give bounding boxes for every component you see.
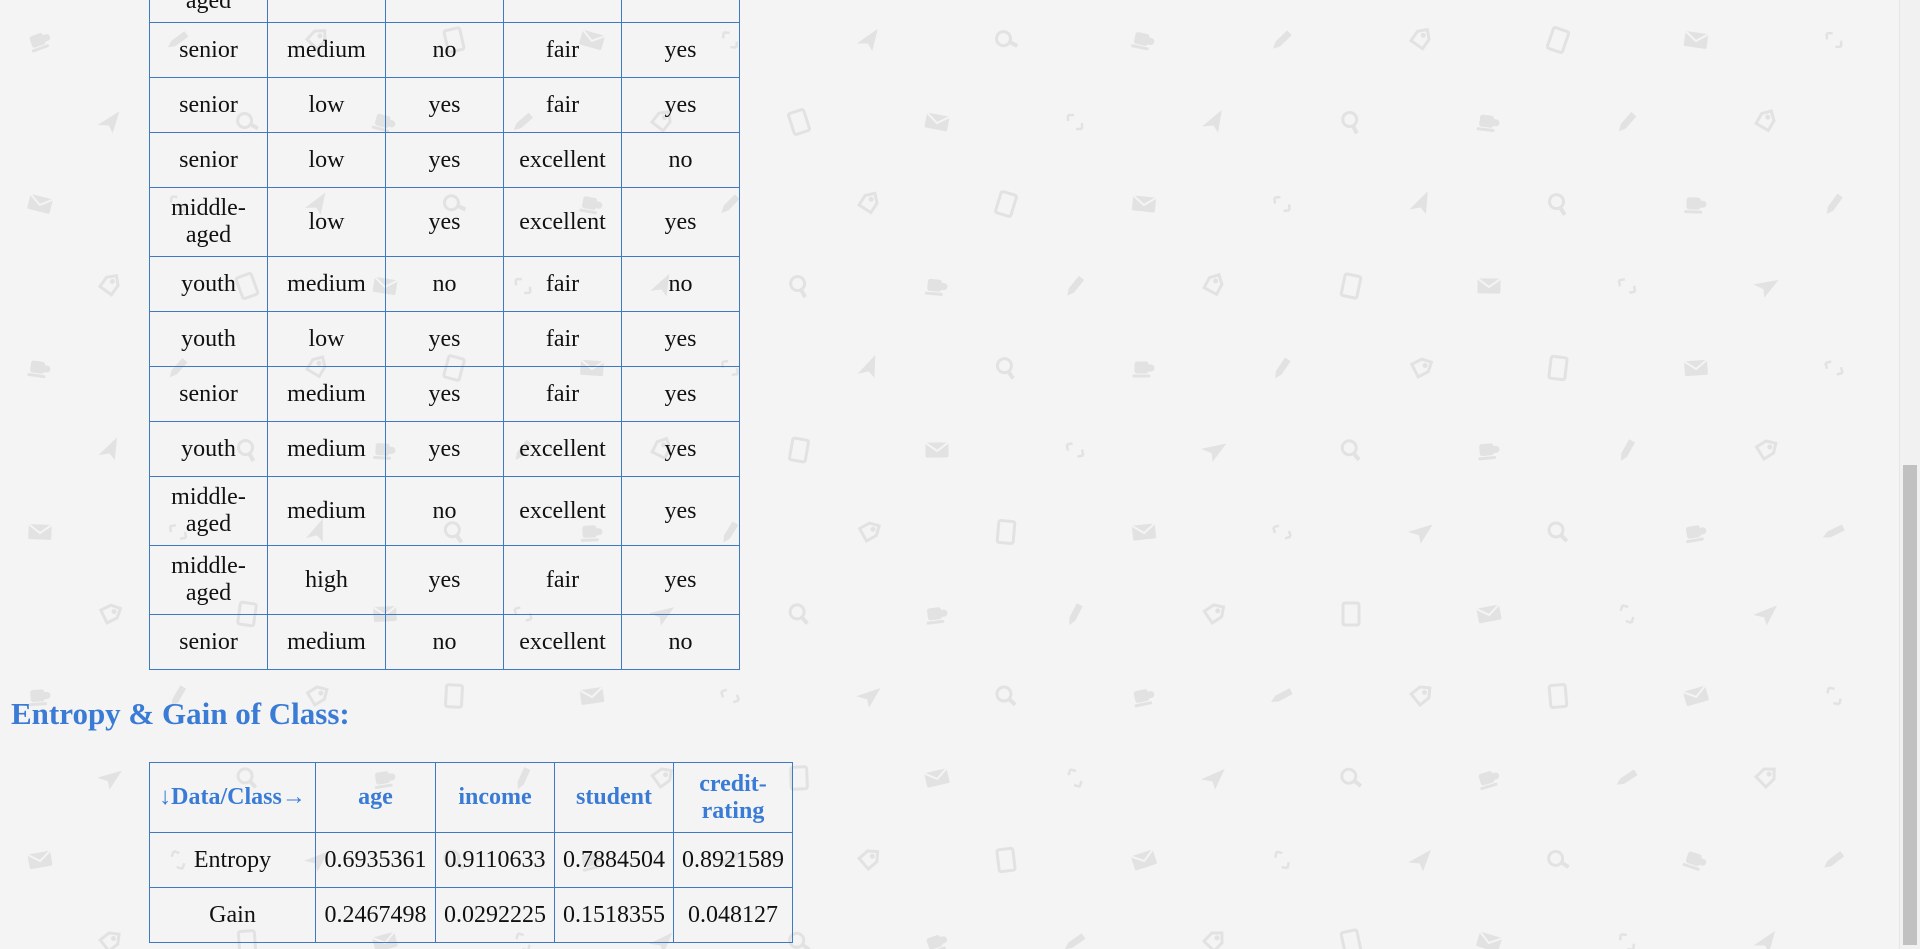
- table-row: youth medium yes excellent yes: [149, 421, 740, 477]
- table-cell: middle-aged: [149, 187, 268, 257]
- table-cell: [267, 0, 386, 23]
- table-cell: excellent: [503, 421, 622, 477]
- table-cell: senior: [149, 614, 268, 670]
- table-cell: middle-aged: [149, 545, 268, 615]
- table-row: Entropy 0.6935361 0.9110633 0.7884504 0.…: [149, 832, 793, 888]
- table-cell: medium: [267, 22, 386, 78]
- table-row: middle-aged medium no excellent yes: [149, 476, 740, 546]
- table-row: senior medium no excellent no: [149, 614, 740, 670]
- table-cell: fair: [503, 366, 622, 422]
- table-row: middle-aged low yes excellent yes: [149, 187, 740, 257]
- table-cell: yes: [621, 311, 740, 367]
- table-row: youth low yes fair yes: [149, 311, 740, 367]
- table-row: middle-aged: [149, 0, 740, 23]
- table-cell: medium: [267, 476, 386, 546]
- table-cell: no: [385, 256, 504, 312]
- table-cell: 0.6935361: [315, 832, 436, 888]
- table-cell: yes: [621, 476, 740, 546]
- table-cell: yes: [385, 77, 504, 133]
- table-cell: yes: [621, 545, 740, 615]
- table-cell: yes: [385, 187, 504, 257]
- table-cell: no: [385, 476, 504, 546]
- table-cell: high: [267, 545, 386, 615]
- table-cell: no: [385, 614, 504, 670]
- table-cell: 0.1518355: [554, 887, 674, 943]
- section-heading: Entropy & Gain of Class:: [11, 696, 350, 731]
- table-cell: low: [267, 132, 386, 188]
- table-cell: yes: [621, 77, 740, 133]
- table-row: senior low yes fair yes: [149, 77, 740, 133]
- table-cell: middle-aged: [149, 0, 268, 23]
- page-content: middle-aged senior medium no fair yes se…: [0, 0, 1900, 949]
- table-cell: 0.048127: [673, 887, 793, 943]
- table-cell: [385, 0, 504, 23]
- table-cell: 0.0292225: [435, 887, 555, 943]
- vertical-scrollbar[interactable]: [1899, 0, 1920, 949]
- table-cell: senior: [149, 132, 268, 188]
- table-cell: 0.8921589: [673, 832, 793, 888]
- table-cell: medium: [267, 366, 386, 422]
- table-cell: yes: [385, 311, 504, 367]
- table-cell: youth: [149, 256, 268, 312]
- table-cell: medium: [267, 421, 386, 477]
- table-cell: no: [621, 256, 740, 312]
- table-cell: excellent: [503, 614, 622, 670]
- column-header: income: [435, 762, 555, 833]
- column-header: ↓Data/Class→: [149, 762, 316, 833]
- table-row: senior medium yes fair yes: [149, 366, 740, 422]
- column-header: student: [554, 762, 674, 833]
- table-cell: 0.7884504: [554, 832, 674, 888]
- table-cell: medium: [267, 614, 386, 670]
- table-cell: excellent: [503, 476, 622, 546]
- table-cell: senior: [149, 366, 268, 422]
- table-cell: youth: [149, 311, 268, 367]
- table-cell: low: [267, 77, 386, 133]
- column-header: credit-rating: [673, 762, 793, 833]
- table-cell: 0.2467498: [315, 887, 436, 943]
- table-cell: excellent: [503, 187, 622, 257]
- table-cell: yes: [385, 545, 504, 615]
- table-cell: no: [621, 614, 740, 670]
- table-cell: 0.9110633: [435, 832, 555, 888]
- table-row: senior low yes excellent no: [149, 132, 740, 188]
- table-cell: yes: [621, 22, 740, 78]
- row-label: Entropy: [149, 832, 316, 888]
- table-cell: yes: [385, 132, 504, 188]
- table-cell: fair: [503, 77, 622, 133]
- table-cell: senior: [149, 77, 268, 133]
- table-header-row: ↓Data/Class→ age income student credit-r…: [149, 762, 793, 833]
- table-cell: yes: [621, 187, 740, 257]
- training-data-table: middle-aged senior medium no fair yes se…: [149, 0, 740, 670]
- table-cell: fair: [503, 256, 622, 312]
- table-cell: fair: [503, 22, 622, 78]
- table-cell: yes: [621, 421, 740, 477]
- table-cell: no: [385, 22, 504, 78]
- scrollbar-thumb[interactable]: [1903, 465, 1917, 945]
- row-label: Gain: [149, 887, 316, 943]
- table-cell: medium: [267, 256, 386, 312]
- table-cell: [503, 0, 622, 23]
- table-cell: low: [267, 311, 386, 367]
- table-cell: fair: [503, 311, 622, 367]
- table-cell: [621, 0, 740, 23]
- table-cell: no: [621, 132, 740, 188]
- table-cell: yes: [621, 366, 740, 422]
- table-cell: low: [267, 187, 386, 257]
- table-cell: senior: [149, 22, 268, 78]
- table-cell: youth: [149, 421, 268, 477]
- table-cell: yes: [385, 421, 504, 477]
- entropy-gain-table: ↓Data/Class→ age income student credit-r…: [149, 762, 793, 943]
- table-row: middle-aged high yes fair yes: [149, 545, 740, 615]
- table-row: Gain 0.2467498 0.0292225 0.1518355 0.048…: [149, 887, 793, 943]
- table-cell: fair: [503, 545, 622, 615]
- table-cell: yes: [385, 366, 504, 422]
- table-cell: middle-aged: [149, 476, 268, 546]
- column-header: age: [315, 762, 436, 833]
- table-row: senior medium no fair yes: [149, 22, 740, 78]
- table-row: youth medium no fair no: [149, 256, 740, 312]
- table-cell: excellent: [503, 132, 622, 188]
